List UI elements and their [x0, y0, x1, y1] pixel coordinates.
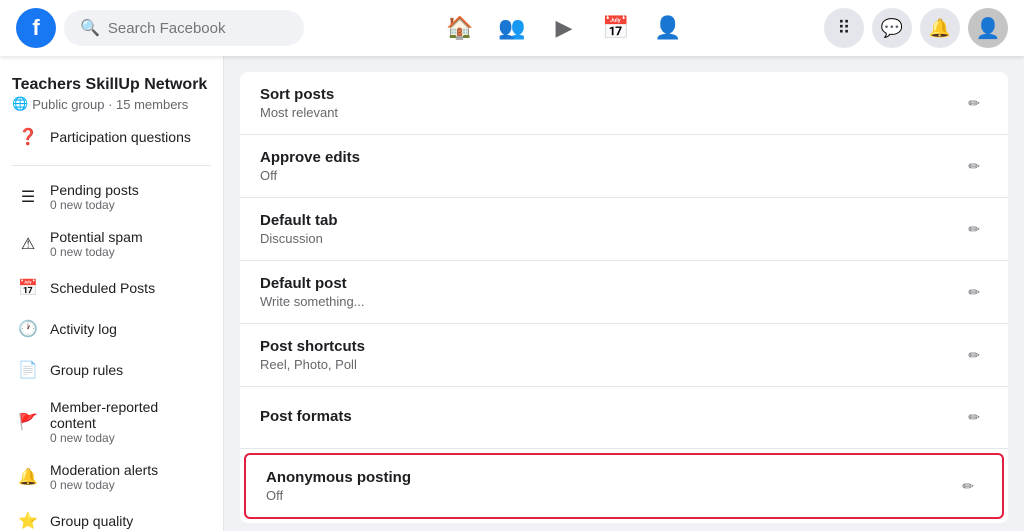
- default-tab-value: Discussion: [260, 231, 338, 246]
- post-shortcuts-value: Reel, Photo, Poll: [260, 357, 365, 372]
- moderation-alerts-label: Moderation alerts: [50, 462, 207, 478]
- anonymous-posting-value: Off: [266, 488, 411, 503]
- globe-icon: 🌐: [12, 96, 28, 112]
- sidebar-item-moderation-alerts[interactable]: 🔔 Moderation alerts 0 new today: [4, 454, 219, 500]
- pending-posts-icon: ☰: [16, 185, 40, 209]
- search-bar[interactable]: 🔍: [64, 10, 304, 46]
- moderation-alerts-icon: 🔔: [16, 465, 40, 489]
- anon-row-container: Anonymous posting Off ✏ 2.: [240, 453, 1008, 519]
- settings-list: Sort posts Most relevant ✏ Approve edits…: [240, 72, 1008, 523]
- search-icon: 🔍: [80, 18, 100, 38]
- apps-btn[interactable]: ⠿: [824, 8, 864, 48]
- nav-right: ⠿ 💬 🔔 👤: [824, 8, 1008, 48]
- anonymous-posting-title: Anonymous posting: [266, 469, 411, 486]
- watch-nav-btn[interactable]: ▶: [540, 4, 588, 52]
- default-post-row: Default post Write something... ✏: [240, 261, 1008, 324]
- group-header: Teachers SkillUp Network 🌐 Public group …: [0, 68, 223, 116]
- group-quality-label: Group quality: [50, 513, 207, 529]
- activity-log-icon: 🕐: [16, 317, 40, 341]
- sidebar-item-activity-log[interactable]: 🕐 Activity log: [4, 309, 219, 349]
- approve-edits-value: Off: [260, 168, 360, 183]
- post-formats-edit-btn[interactable]: ✏: [960, 401, 988, 434]
- main-layout: Teachers SkillUp Network 🌐 Public group …: [0, 56, 1024, 531]
- content-area: Sort posts Most relevant ✏ Approve edits…: [224, 56, 1024, 531]
- participation-label: Participation questions: [50, 129, 207, 145]
- anonymous-posting-edit-btn[interactable]: ✏: [954, 470, 982, 503]
- group-rules-label: Group rules: [50, 362, 207, 378]
- activity-log-label: Activity log: [50, 321, 207, 337]
- avatar[interactable]: 👤: [968, 8, 1008, 48]
- default-tab-title: Default tab: [260, 212, 338, 229]
- pending-posts-label: Pending posts: [50, 182, 207, 198]
- default-post-title: Default post: [260, 275, 365, 292]
- nav-center: 🏠 👥 ▶ 📅 👤: [304, 4, 824, 52]
- group-name: Teachers SkillUp Network: [12, 76, 211, 94]
- top-nav: f 🔍 🏠 👥 ▶ 📅 👤 ⠿ 💬 🔔 👤: [0, 0, 1024, 56]
- post-shortcuts-title: Post shortcuts: [260, 338, 365, 355]
- member-reported-icon: 🚩: [16, 410, 40, 434]
- messenger-btn[interactable]: 💬: [872, 8, 912, 48]
- group-quality-icon: ⭐: [16, 509, 40, 531]
- scheduled-posts-label: Scheduled Posts: [50, 280, 207, 296]
- groups-nav-btn[interactable]: 👤: [644, 4, 692, 52]
- potential-spam-label: Potential spam: [50, 229, 207, 245]
- approve-edits-edit-btn[interactable]: ✏: [960, 150, 988, 183]
- default-post-edit-btn[interactable]: ✏: [960, 276, 988, 309]
- default-tab-edit-btn[interactable]: ✏: [960, 213, 988, 246]
- pending-posts-sub: 0 new today: [50, 198, 207, 212]
- approve-edits-row: Approve edits Off ✏: [240, 135, 1008, 198]
- scheduled-posts-icon: 📅: [16, 276, 40, 300]
- main-content: Sort posts Most relevant ✏ Approve edits…: [224, 56, 1024, 531]
- post-formats-row: Post formats ✏: [240, 387, 1008, 449]
- anonymous-posting-row: Anonymous posting Off ✏: [244, 453, 1004, 519]
- group-meta: 🌐 Public group · 15 members: [12, 96, 211, 112]
- moderation-alerts-sub: 0 new today: [50, 478, 207, 492]
- default-post-value: Write something...: [260, 294, 365, 309]
- member-reported-sub: 0 new today: [50, 431, 207, 445]
- sidebar: Teachers SkillUp Network 🌐 Public group …: [0, 56, 224, 531]
- potential-spam-icon: ⚠: [16, 232, 40, 256]
- potential-spam-sub: 0 new today: [50, 245, 207, 259]
- group-rules-icon: 📄: [16, 358, 40, 382]
- sort-posts-value: Most relevant: [260, 105, 338, 120]
- participation-icon: ❓: [16, 125, 40, 149]
- marketplace-nav-btn[interactable]: 📅: [592, 4, 640, 52]
- sort-posts-row: Sort posts Most relevant ✏: [240, 72, 1008, 135]
- sidebar-item-member-reported[interactable]: 🚩 Member-reported content 0 new today: [4, 391, 219, 453]
- post-formats-title: Post formats: [260, 408, 352, 425]
- sort-posts-edit-btn[interactable]: ✏: [960, 87, 988, 120]
- sidebar-item-pending-posts[interactable]: ☰ Pending posts 0 new today: [4, 174, 219, 220]
- sidebar-item-potential-spam[interactable]: ⚠ Potential spam 0 new today: [4, 221, 219, 267]
- sidebar-item-participation[interactable]: ❓ Participation questions: [4, 117, 219, 157]
- sidebar-divider-1: [12, 165, 211, 166]
- post-shortcuts-edit-btn[interactable]: ✏: [960, 339, 988, 372]
- post-shortcuts-row: Post shortcuts Reel, Photo, Poll ✏: [240, 324, 1008, 387]
- facebook-logo[interactable]: f: [16, 8, 56, 48]
- default-tab-row: Default tab Discussion ✏: [240, 198, 1008, 261]
- search-input[interactable]: [108, 20, 288, 37]
- friends-nav-btn[interactable]: 👥: [488, 4, 536, 52]
- sort-posts-title: Sort posts: [260, 86, 338, 103]
- notifications-btn[interactable]: 🔔: [920, 8, 960, 48]
- sidebar-item-group-quality[interactable]: ⭐ Group quality: [4, 501, 219, 531]
- sidebar-item-group-rules[interactable]: 📄 Group rules: [4, 350, 219, 390]
- sidebar-item-scheduled-posts[interactable]: 📅 Scheduled Posts: [4, 268, 219, 308]
- home-nav-btn[interactable]: 🏠: [436, 4, 484, 52]
- approve-edits-title: Approve edits: [260, 149, 360, 166]
- member-reported-label: Member-reported content: [50, 399, 207, 431]
